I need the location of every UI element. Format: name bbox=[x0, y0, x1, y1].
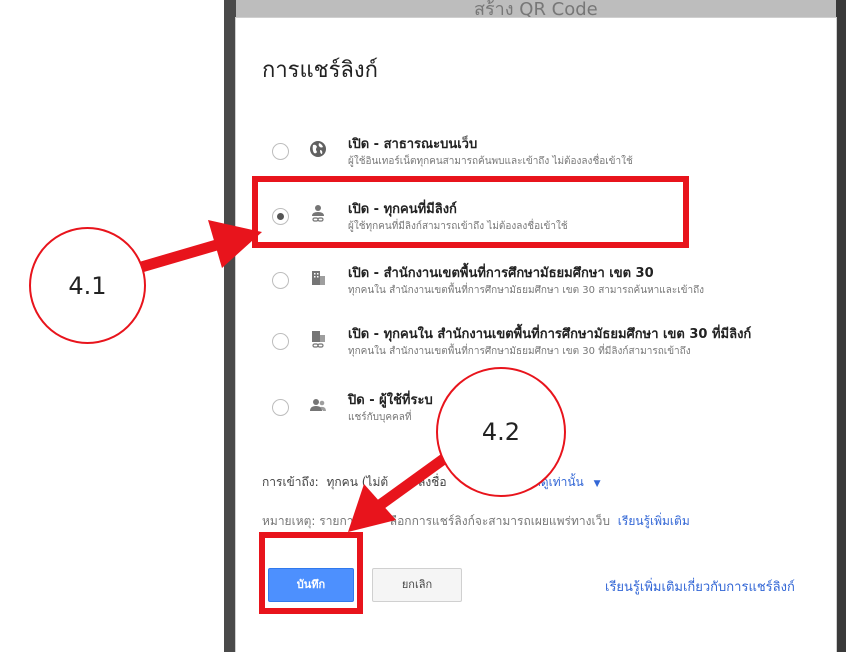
arrow-4-1-head bbox=[208, 220, 262, 268]
callout-4-2: 4.2 bbox=[436, 367, 566, 497]
arrow-4-2-head bbox=[348, 484, 396, 532]
callout-4-1: 4.1 bbox=[29, 227, 146, 344]
arrow-4-1-shaft bbox=[136, 238, 222, 274]
